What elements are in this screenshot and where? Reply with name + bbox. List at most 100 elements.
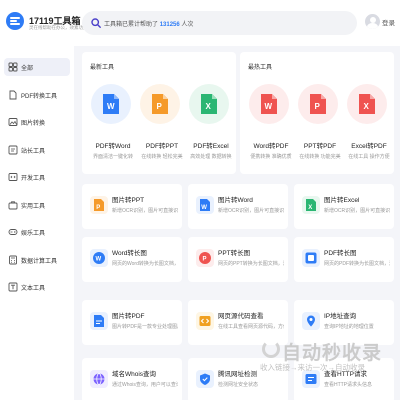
tool-card-image-to-word[interactable]: W 图片转Word 新增OCR识别，图片可直接识别 [188, 184, 288, 229]
card-title: PPT转长图 [218, 250, 251, 257]
word-long-image-icon: W [90, 249, 108, 267]
tool-word-to-pdf[interactable]: W Word转PDF 便携转换 准确优质 [249, 84, 299, 184]
tool-card-pdf-to-long-image[interactable]: PDF转长图 网页的PDF转换为长图文档，清晰 [294, 237, 394, 282]
sidebar-item-label: 数据计算工具 [21, 259, 58, 265]
tool-icon-bg: X [347, 84, 387, 124]
sidebar-item-image[interactable]: 图片转换 [4, 113, 70, 131]
site-logo[interactable]: 17119工具箱 灵在线帮助在办公，效素功搜 [6, 12, 88, 38]
card-desc: 图片转PDF是一款专业处理图片 [112, 324, 178, 330]
avatar-icon [365, 14, 380, 29]
svg-text:W: W [107, 102, 115, 111]
pdf-file-icon: W [261, 94, 277, 114]
pdf-long-image-icon [302, 249, 320, 267]
tool-name: Word转PDF [253, 143, 289, 150]
card-title: 网页源代码查看 [218, 313, 264, 320]
svg-text:X: X [308, 205, 312, 211]
search-suffix: 人次 [181, 22, 194, 28]
tool-pdf-to-ppt[interactable]: P PDF转PPT 在线转换 轻松完美 [140, 84, 190, 184]
tool-desc: 在线转换 轻松完美 [141, 154, 183, 160]
svg-text:X: X [364, 102, 370, 111]
sidebar-item-label: 开发工具 [21, 176, 46, 182]
tool-card-word-to-long-image[interactable]: W Word转长图 网页的Word转换为长图文档，清晰 [82, 237, 182, 282]
tool-icon-bg: P [140, 84, 180, 124]
excel-image-icon: X [302, 196, 320, 214]
tool-name: PDF转Word [95, 143, 131, 150]
card-title: IP地址查询 [324, 313, 357, 320]
tool-icon-bg: W [91, 84, 131, 124]
pdf-file-icon: P [310, 94, 326, 114]
tool-name: PDF转Excel [193, 143, 229, 150]
tool-card-image-to-excel[interactable]: X 图片转Excel 新增OCR识别，图片可直接识别 [294, 184, 394, 229]
tool-card-url-check[interactable]: 腾讯网址检测 检测网址安全状态 [188, 358, 288, 400]
excel-file-icon: X [201, 94, 217, 114]
login-label: 登录 [382, 20, 395, 27]
sidebar-item-utility[interactable]: 实用工具 [4, 196, 70, 214]
search-icon[interactable] [91, 18, 101, 28]
game-icon [8, 229, 18, 235]
sidebar: 全部 PDF转换工具 图片转换 站长工具 开发工具 实用工具 娱乐工具 数据计算… [0, 46, 74, 400]
ppt-file-icon: P [152, 94, 168, 114]
sidebar-item-dev[interactable]: 开发工具 [4, 168, 70, 186]
tool-card-image-to-ppt[interactable]: P 图片转PPT 新增OCR识别，图片可直接识别 [82, 184, 182, 229]
tool-icon-bg: P [298, 84, 338, 124]
tool-desc: 高效处理 数据转换 [190, 154, 232, 160]
tool-icon-bg: W [249, 84, 289, 124]
sidebar-item-webmaster[interactable]: 站长工具 [4, 141, 70, 159]
sidebar-item-label: 娱乐工具 [21, 231, 46, 237]
text-icon [8, 282, 18, 292]
card-desc: 网页的PPT转换为长图文档，清晰 [218, 261, 284, 267]
sidebar-item-label: PDF转换工具 [21, 94, 58, 100]
tool-pdf-to-excel[interactable]: X PDF转Excel 高效处理 数据转换 [189, 84, 239, 184]
card-desc: 新增OCR识别，图片可直接识别 [218, 208, 284, 214]
sidebar-item-all[interactable]: 全部 [4, 58, 70, 76]
image-icon [8, 118, 18, 126]
tools-icon [8, 145, 18, 155]
search-placeholder: 工具箱已累计帮助了 131256 人次 [104, 19, 193, 28]
card-desc: 查询IP地址的地理位置 [324, 324, 374, 330]
sidebar-item-label: 全部 [21, 66, 34, 72]
shield-check-icon [196, 370, 214, 388]
svg-text:W: W [201, 205, 207, 211]
card-desc: 通过Whois查询，用户可以查询 [112, 382, 178, 388]
header: 17119工具箱 灵在线帮助在办公，效素功搜 工具箱已累计帮助了 131256 … [0, 0, 400, 46]
tool-pdf-to-word[interactable]: W PDF转Word 界面清洁一键化转 [91, 84, 141, 184]
help-count: 131256 [159, 22, 180, 28]
tool-excel-to-pdf[interactable]: X Excel转PDF 在线工具 操作方便 [347, 84, 397, 184]
card-desc: 新增OCR识别，图片可直接识别 [324, 208, 390, 214]
card-title: 图片转PDF [112, 313, 145, 320]
card-desc: 在线工具查看网页源代码，方便 [218, 324, 284, 330]
tool-card-image-to-pdf[interactable]: 图片转PDF 图片转PDF是一款专业处理图片 [82, 300, 182, 345]
tool-card-ppt-to-long-image[interactable]: P PPT转长图 网页的PPT转换为长图文档，清晰 [188, 237, 288, 282]
tool-card-http-request[interactable]: 查看HTTP请求 查看HTTP请求头信息 [294, 358, 394, 400]
login-button[interactable]: 登录 [365, 14, 397, 32]
sidebar-item-label: 图片转换 [21, 121, 46, 127]
calculator-icon [9, 255, 17, 265]
sidebar-item-pdf[interactable]: PDF转换工具 [4, 86, 70, 104]
card-title: 腾讯网址检测 [218, 371, 257, 378]
card-title: 查看HTTP请求 [324, 371, 367, 378]
card-title: 图片转PPT [112, 197, 145, 204]
card-title: 图片转Word [218, 197, 253, 204]
tool-card-ip-lookup[interactable]: IP地址查询 查询IP地址的地理位置 [294, 300, 394, 345]
whois-globe-icon [90, 370, 108, 388]
card-desc: 检测网址安全状态 [218, 382, 259, 388]
search-bar[interactable]: 工具箱已累计帮助了 131256 人次 [82, 11, 357, 35]
sidebar-item-calc[interactable]: 数据计算工具 [4, 251, 70, 269]
sidebar-item-label: 站长工具 [21, 149, 46, 155]
sidebar-item-fun[interactable]: 娱乐工具 [4, 223, 70, 241]
svg-text:W: W [96, 257, 102, 263]
card-desc: 新增OCR识别，图片可直接识别 [112, 208, 178, 214]
tool-card-view-source[interactable]: 网页源代码查看 在线工具查看网页源代码，方便 [188, 300, 288, 345]
search-prefix: 工具箱已累计帮助了 [104, 22, 159, 28]
svg-text:P: P [203, 257, 207, 263]
card-title: 域名Whois查询 [112, 371, 157, 378]
tool-ppt-to-pdf[interactable]: P PPT转PDF 在线转换 功能完美 [298, 84, 348, 184]
location-pin-icon [302, 312, 320, 330]
toolbox-logo-icon [6, 12, 24, 30]
grid-icon [8, 62, 18, 72]
tool-desc: 界面清洁一键化转 [92, 154, 133, 160]
ppt-image-icon: P [90, 196, 108, 214]
sidebar-item-text[interactable]: 文本工具 [4, 278, 70, 296]
tool-name: Excel转PDF [351, 143, 387, 150]
tool-card-whois[interactable]: 域名Whois查询 通过Whois查询，用户可以查询 [82, 358, 182, 400]
